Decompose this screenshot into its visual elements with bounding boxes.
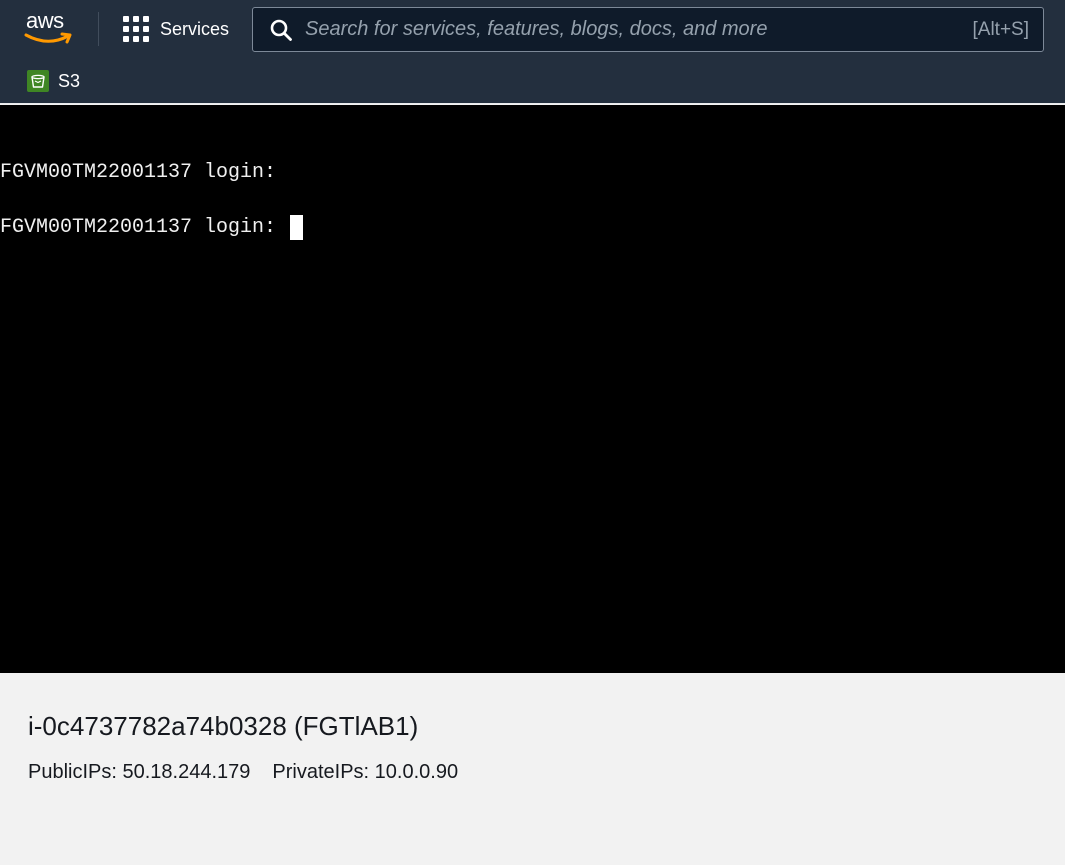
instance-info-panel: i-0c4737782a74b0328 (FGTlAB1) PublicIPs:… xyxy=(0,673,1065,865)
favorite-s3-label: S3 xyxy=(58,70,81,91)
services-menu-button[interactable]: Services xyxy=(118,12,229,46)
grid-icon xyxy=(123,16,149,42)
aws-wordmark: aws xyxy=(26,8,64,33)
instance-ip-row: PublicIPs: 50.18.244.179 PrivateIPs: 10.0… xyxy=(28,761,458,784)
search-bar[interactable]: [Alt+S] xyxy=(252,7,1044,52)
terminal-prompt-text: FGVM00TM22001137 login: xyxy=(0,215,289,239)
terminal-prompt-line: FGVM00TM22001137 login: xyxy=(0,215,304,240)
terminal-cursor xyxy=(290,215,304,240)
nav-divider xyxy=(98,12,99,46)
search-shortcut-hint: [Alt+S] xyxy=(972,18,1030,40)
favorite-s3-link[interactable]: S3 xyxy=(27,70,80,92)
instance-title: i-0c4737782a74b0328 (FGTlAB1) xyxy=(28,711,419,741)
search-icon xyxy=(270,19,292,41)
terminal-line: FGVM00TM22001137 login: xyxy=(0,161,277,184)
public-ips-value: 50.18.244.179 xyxy=(122,761,251,783)
aws-logo[interactable]: aws xyxy=(24,8,76,48)
serial-console-terminal[interactable]: FGVM00TM22001137 login: FGVM00TM22001137… xyxy=(0,105,1065,673)
public-ips-label: PublicIPs: xyxy=(28,761,117,783)
services-label: Services xyxy=(160,18,230,39)
aws-smile-icon xyxy=(24,32,72,44)
private-ips-value: 10.0.0.90 xyxy=(374,761,459,783)
top-navigation: aws Services [Alt+S] xyxy=(0,0,1065,58)
s3-bucket-icon xyxy=(27,70,49,92)
favorites-bar: S3 xyxy=(0,58,1065,104)
private-ips-label: PrivateIPs: xyxy=(272,761,370,783)
search-input[interactable] xyxy=(305,18,973,41)
